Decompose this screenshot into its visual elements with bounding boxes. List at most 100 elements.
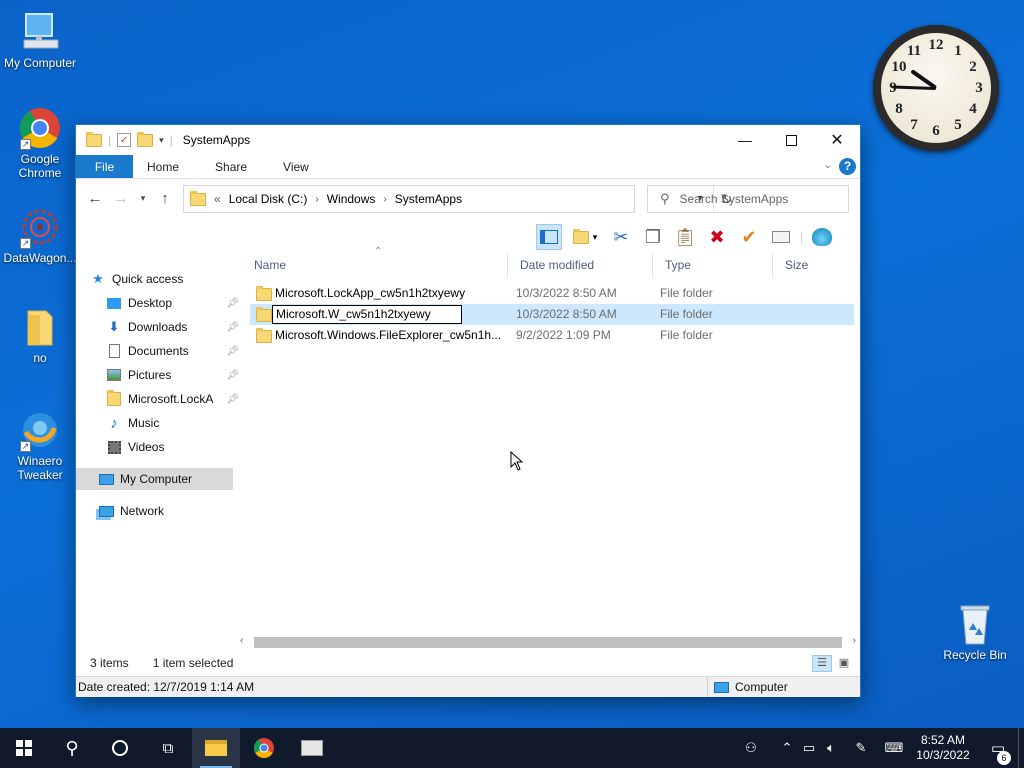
nav-item-documents[interactable]: Documents 📌︎	[106, 340, 239, 362]
nav-item-videos[interactable]: Videos	[106, 436, 164, 458]
breadcrumb-windows[interactable]: Windows	[327, 192, 376, 206]
tab-file[interactable]: File	[76, 155, 133, 178]
maximize-button[interactable]	[768, 125, 814, 155]
navigation-pane-button[interactable]	[536, 224, 562, 250]
delete-button[interactable]: ✖	[704, 224, 730, 250]
show-desktop-button[interactable]	[1018, 728, 1024, 768]
column-header-type[interactable]: Type	[653, 252, 773, 278]
desktop-icon-recycle-bin[interactable]: Recycle Bin	[935, 602, 1015, 662]
pane-icon	[540, 230, 558, 244]
pin-icon[interactable]: 📌︎	[226, 322, 239, 333]
folder-icon	[190, 190, 206, 206]
scrollbar-thumb[interactable]	[254, 637, 842, 648]
column-header-size[interactable]: Size	[773, 252, 853, 278]
new-folder-icon	[572, 228, 589, 244]
taskbar: ⚲ ⧉ ⚇ ⌃ ▭ 🔈︎ ✎ ⌨ 8:52 AM 10/3/2022 ▭ 6	[0, 728, 1024, 768]
file-date: 10/3/2022 8:50 AM	[516, 286, 617, 300]
nav-item-microsoft-locka[interactable]: Microsoft.LockA 📌︎	[106, 388, 239, 410]
task-view-button[interactable]: ⧉	[144, 728, 192, 768]
horizontal-scrollbar[interactable]: ‹ ›	[236, 634, 860, 651]
expand-ribbon-icon[interactable]: ⌄	[824, 160, 832, 171]
folder-icon[interactable]	[86, 131, 102, 147]
tab-view[interactable]: View	[269, 155, 323, 178]
clock-gadget[interactable]: 12 1 2 3 4 5 6 7 8 9 10 11	[873, 25, 999, 151]
file-date: 10/3/2022 8:50 AM	[516, 307, 617, 321]
file-row[interactable]: Microsoft.Windows.FileExplorer_cw5n1h...…	[250, 325, 854, 346]
desktop-icon-datawagon[interactable]: ↗ DataWagon...	[0, 205, 80, 265]
nav-item-music[interactable]: ♪ Music	[106, 412, 159, 434]
up-button[interactable]: ↑	[154, 190, 176, 207]
cut-button[interactable]: ✂	[608, 224, 634, 250]
title-bar[interactable]: | ✓ ▾ | SystemApps — ✕	[76, 125, 860, 155]
shortcut-arrow-icon: ↗	[20, 238, 31, 249]
search-box[interactable]: ⚲ Search SystemApps	[647, 185, 849, 213]
paste-button[interactable]: 📋︎	[672, 224, 698, 250]
pen-icon[interactable]: ✎	[850, 740, 872, 756]
nav-item-downloads[interactable]: ⬇ Downloads 📌︎	[106, 316, 239, 338]
properties-icon[interactable]: ✓	[117, 133, 132, 147]
back-button[interactable]: ←	[84, 190, 106, 207]
recent-locations-icon[interactable]: ▾	[136, 193, 150, 204]
clock-number: 5	[954, 117, 962, 133]
pin-icon[interactable]: 📌︎	[226, 370, 239, 381]
file-row-selected[interactable]: Microsoft.W_cw5n1h2txyewy 10/3/2022 8:50…	[250, 304, 854, 325]
breadcrumb-systemapps[interactable]: SystemApps	[395, 192, 462, 206]
volume-icon[interactable]: 🔈︎	[820, 740, 842, 756]
keyboard-icon[interactable]: ⌨	[880, 740, 908, 756]
copy-button[interactable]: ❐	[640, 224, 666, 250]
forward-button[interactable]: →	[110, 190, 132, 207]
taskbar-file-explorer[interactable]	[192, 728, 240, 768]
close-button[interactable]: ✕	[814, 125, 860, 155]
pin-icon[interactable]: 📌︎	[226, 298, 239, 309]
date-created: Date created: 12/7/2019 1:14 AM	[78, 680, 255, 694]
action-center-button[interactable]: ▭ 6	[978, 739, 1018, 765]
tab-share[interactable]: Share	[193, 155, 269, 178]
show-hidden-icons-icon[interactable]: ⌃	[776, 740, 798, 756]
new-folder-icon[interactable]	[137, 131, 154, 147]
properties-button[interactable]	[768, 224, 794, 250]
column-header-name[interactable]: Name	[242, 252, 508, 278]
system-tray: ⚇ ⌃ ▭ 🔈︎ ✎ ⌨ 8:52 AM 10/3/2022 ▭ 6	[740, 728, 1024, 768]
rename-button[interactable]: ✔	[736, 224, 762, 250]
nav-item-desktop[interactable]: Desktop 📌︎	[106, 292, 239, 314]
desktop-icon-google-chrome[interactable]: ↗ Google Chrome	[0, 106, 80, 180]
customize-toolbar-icon[interactable]: ▾	[159, 135, 164, 146]
file-explorer-window[interactable]: | ✓ ▾ | SystemApps — ✕ File Home Share V…	[75, 124, 861, 697]
scroll-right-icon[interactable]: ›	[853, 635, 856, 646]
chrome-icon	[254, 738, 274, 758]
address-bar[interactable]: « Local Disk (C:) › Windows › SystemApps…	[183, 185, 732, 213]
new-folder-button[interactable]: ▾	[568, 224, 602, 250]
nav-item-pictures[interactable]: Pictures 📌︎	[106, 364, 239, 386]
help-button[interactable]: ?	[839, 158, 856, 175]
nav-network[interactable]: Network	[98, 500, 164, 522]
start-button[interactable]	[0, 728, 48, 768]
scroll-left-icon[interactable]: ‹	[240, 635, 243, 646]
desktop-icon-my-computer[interactable]: My Computer	[0, 10, 80, 70]
column-header-date-modified[interactable]: Date modified	[508, 252, 653, 278]
cortana-button[interactable]	[96, 728, 144, 768]
chevron-right-icon[interactable]: ›	[383, 194, 386, 205]
taskbar-clock[interactable]: 8:52 AM 10/3/2022	[908, 733, 978, 763]
nav-quick-access[interactable]: ★ Quick access	[90, 268, 183, 290]
pin-icon[interactable]: 📌︎	[226, 346, 239, 357]
search-button[interactable]: ⚲	[48, 728, 96, 768]
desktop-icon-winaero-tweaker[interactable]: ↗ Winaero Tweaker	[0, 408, 80, 482]
details-view-button[interactable]: ☰	[812, 655, 832, 672]
taskbar-google-chrome[interactable]	[240, 728, 288, 768]
large-icons-view-button[interactable]: ▣	[834, 655, 854, 672]
network-icon[interactable]: ▭	[798, 740, 820, 756]
chevron-right-icon[interactable]: ›	[315, 194, 318, 205]
nav-my-computer[interactable]: My Computer	[76, 468, 233, 490]
clock-face: 12 1 2 3 4 5 6 7 8 9 10 11	[881, 33, 991, 143]
breadcrumb-local-disk[interactable]: Local Disk (C:)	[229, 192, 308, 206]
people-icon[interactable]: ⚇	[740, 740, 762, 756]
file-row[interactable]: Microsoft.LockApp_cw5n1h2txyewy 10/3/202…	[250, 283, 854, 304]
minimize-button[interactable]: —	[722, 125, 768, 155]
tab-home[interactable]: Home	[133, 155, 193, 178]
pin-icon[interactable]: 📌︎	[226, 394, 239, 405]
taskbar-app[interactable]	[288, 728, 336, 768]
address-overflow[interactable]: «	[214, 192, 221, 206]
desktop-icon-no-folder[interactable]: no	[0, 305, 80, 365]
rename-input[interactable]: Microsoft.W_cw5n1h2txyewy	[272, 305, 462, 324]
shell-button[interactable]	[809, 224, 835, 250]
